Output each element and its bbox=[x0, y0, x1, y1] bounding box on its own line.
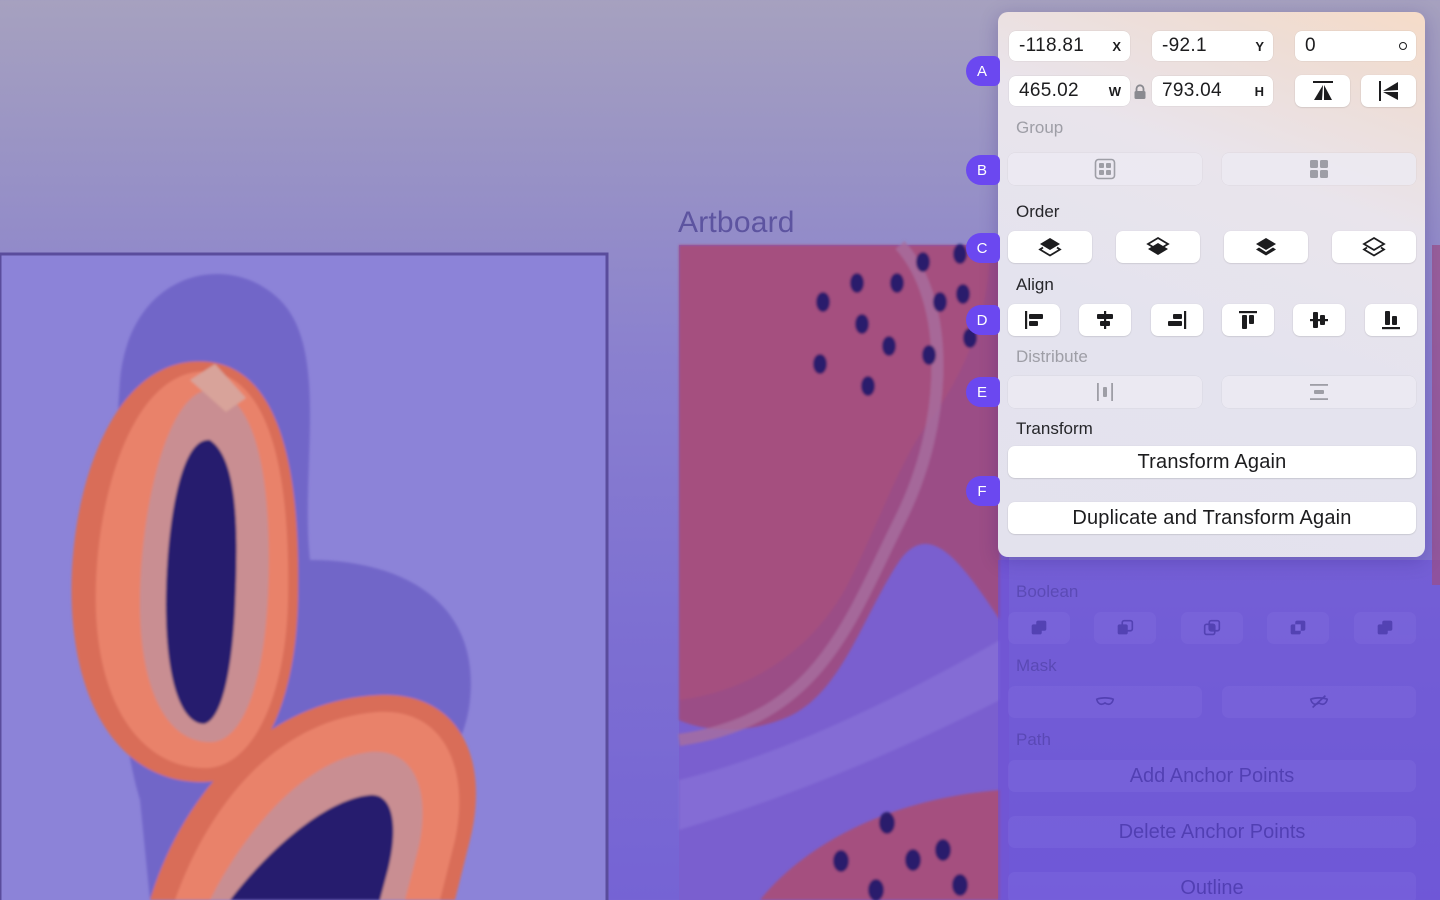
transform-label: Transform bbox=[1016, 419, 1093, 438]
mask-icon bbox=[1095, 697, 1115, 705]
align-left-button[interactable] bbox=[1008, 304, 1060, 336]
flip-horizontal-icon bbox=[1378, 81, 1398, 101]
outline-button[interactable]: Outline bbox=[1008, 872, 1416, 900]
y-position-value: -92.1 bbox=[1162, 35, 1207, 56]
distribute-horizontal-icon bbox=[1097, 383, 1113, 401]
mask-off-icon bbox=[1309, 694, 1329, 709]
align-bottom-icon bbox=[1382, 311, 1400, 330]
align-left-icon bbox=[1025, 311, 1043, 329]
duplicate-and-transform-again-button[interactable]: Duplicate and Transform Again bbox=[1008, 502, 1416, 534]
distribute-label: Distribute bbox=[1016, 347, 1088, 366]
flip-vertical-icon bbox=[1312, 81, 1333, 100]
group-label: Group bbox=[1016, 118, 1064, 137]
flip-vertical-button[interactable] bbox=[1295, 75, 1350, 107]
rotation-field[interactable]: 0 bbox=[1295, 31, 1416, 61]
send-to-back-button[interactable] bbox=[1332, 231, 1416, 263]
badge-d: D bbox=[966, 305, 1000, 335]
align-bottom-button[interactable] bbox=[1365, 304, 1417, 336]
path-label: Path bbox=[1016, 730, 1051, 749]
align-center-vertical-icon bbox=[1310, 312, 1328, 328]
w-unit-label: W bbox=[1108, 83, 1121, 99]
badge-a: A bbox=[966, 56, 1000, 86]
mask-release-button[interactable] bbox=[1222, 686, 1416, 718]
degree-icon bbox=[1399, 42, 1407, 50]
boolean-exclude-button[interactable] bbox=[1354, 612, 1416, 644]
badge-c: C bbox=[966, 233, 1000, 263]
distribute-vertical-icon bbox=[1310, 384, 1328, 400]
boolean-intersect-button[interactable] bbox=[1181, 612, 1243, 644]
align-label: Align bbox=[1016, 275, 1054, 294]
distribute-vertical-button[interactable] bbox=[1222, 376, 1416, 408]
distribute-horizontal-button[interactable] bbox=[1008, 376, 1202, 408]
send-backward-button[interactable] bbox=[1224, 231, 1308, 263]
group-icon bbox=[1094, 158, 1116, 180]
bring-to-front-icon bbox=[1038, 238, 1062, 257]
bring-forward-icon bbox=[1146, 236, 1170, 255]
bring-to-front-button[interactable] bbox=[1008, 231, 1092, 263]
send-backward-icon bbox=[1256, 238, 1276, 256]
align-top-icon bbox=[1239, 311, 1257, 329]
union-icon bbox=[1031, 620, 1047, 635]
ungroup-button[interactable] bbox=[1222, 153, 1416, 185]
align-right-button[interactable] bbox=[1151, 304, 1203, 336]
badge-f: F bbox=[966, 476, 1000, 506]
align-right-icon bbox=[1168, 311, 1187, 329]
order-label: Order bbox=[1016, 202, 1060, 221]
boolean-union-button[interactable] bbox=[1008, 612, 1070, 644]
artboard-label: Artboard bbox=[678, 206, 795, 239]
width-field[interactable]: 465.02 W bbox=[1009, 76, 1130, 106]
x-unit-label: X bbox=[1112, 38, 1121, 54]
transform-again-button[interactable]: Transform Again bbox=[1008, 446, 1416, 478]
lock-icon[interactable] bbox=[1133, 84, 1147, 100]
group-button[interactable] bbox=[1008, 153, 1202, 185]
ungroup-icon bbox=[1310, 160, 1328, 178]
boolean-label: Boolean bbox=[1016, 582, 1079, 601]
align-center-vertical-button[interactable] bbox=[1293, 304, 1345, 336]
rotation-value: 0 bbox=[1305, 35, 1316, 56]
height-field[interactable]: 793.04 H bbox=[1152, 76, 1273, 106]
add-anchor-points-button[interactable]: Add Anchor Points bbox=[1008, 760, 1416, 792]
width-value: 465.02 bbox=[1019, 80, 1079, 101]
flip-horizontal-button[interactable] bbox=[1361, 75, 1416, 107]
height-value: 793.04 bbox=[1162, 80, 1222, 101]
badge-b: B bbox=[966, 155, 1000, 185]
mask-label: Mask bbox=[1016, 656, 1057, 675]
difference-icon bbox=[1290, 620, 1306, 635]
send-to-back-icon bbox=[1362, 236, 1386, 257]
mask-apply-button[interactable] bbox=[1008, 686, 1202, 718]
intersect-icon bbox=[1203, 619, 1221, 636]
y-unit-label: Y bbox=[1255, 38, 1264, 54]
boolean-subtract-button[interactable] bbox=[1094, 612, 1156, 644]
delete-anchor-points-button[interactable]: Delete Anchor Points bbox=[1008, 816, 1416, 848]
exclude-icon bbox=[1377, 620, 1393, 635]
boolean-difference-button[interactable] bbox=[1267, 612, 1329, 644]
align-center-horizontal-icon bbox=[1097, 311, 1113, 329]
h-unit-label: H bbox=[1254, 83, 1264, 99]
faded-inspector-section: Boolean Mask Path Add Anchor Points Dele… bbox=[998, 560, 1440, 900]
subtract-icon bbox=[1117, 619, 1134, 635]
x-position-value: -118.81 bbox=[1019, 35, 1085, 56]
align-top-button[interactable] bbox=[1222, 304, 1274, 336]
transform-inspector-panel: -118.81 X -92.1 Y 0 465.02 W 793.04 H Gr… bbox=[998, 12, 1425, 557]
x-position-field[interactable]: -118.81 X bbox=[1009, 31, 1130, 61]
y-position-field[interactable]: -92.1 Y bbox=[1152, 31, 1273, 61]
align-center-horizontal-button[interactable] bbox=[1079, 304, 1131, 336]
bring-forward-button[interactable] bbox=[1116, 231, 1200, 263]
badge-e: E bbox=[966, 377, 1000, 407]
